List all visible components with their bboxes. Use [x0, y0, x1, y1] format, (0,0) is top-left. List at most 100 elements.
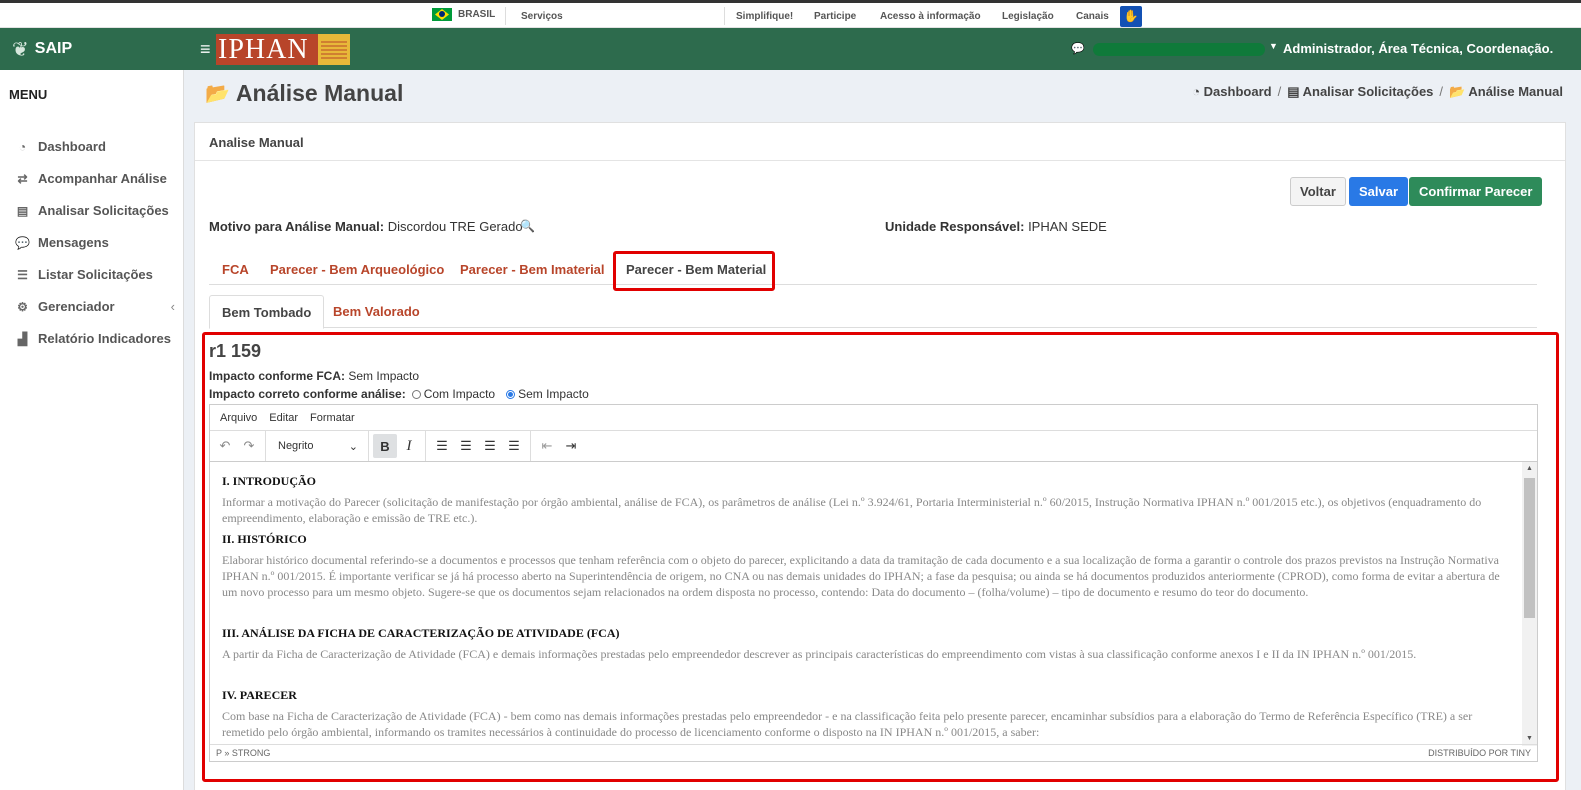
sidebar-item-mensagens[interactable]: 💬 Mensagens [15, 235, 175, 250]
redo-icon[interactable]: ↷ [237, 434, 261, 458]
voltar-button[interactable]: Voltar [1290, 177, 1346, 206]
page-title-text: Análise Manual [235, 80, 404, 106]
dashboard-icon: ◔ [18, 139, 27, 154]
sidebar-item-label: Mensagens [38, 235, 109, 250]
saip-leaf-icon: ❦ [12, 38, 29, 61]
radio-com-impacto-label[interactable]: Com Impacto [424, 387, 495, 401]
editor-element-path: P » STRONG [216, 748, 271, 758]
gov-bar: BRASIL Serviços Simplifique! Participe A… [0, 0, 1581, 28]
editor-menu-editar[interactable]: Editar [269, 412, 298, 424]
breadcrumb-separator: / [1439, 84, 1444, 99]
gov-separator [724, 7, 725, 25]
app-name: SAIP [34, 40, 73, 57]
editor-content[interactable]: I. INTRODUÇÃO Informar a motivação do Pa… [210, 462, 1523, 746]
redacted-field[interactable] [1093, 43, 1265, 56]
scroll-up-icon[interactable]: ▲ [1522, 462, 1537, 476]
radio-sem-impacto-label[interactable]: Sem Impacto [518, 387, 589, 401]
scrollbar-thumb[interactable] [1524, 478, 1535, 618]
impacto-fca-label: Impacto conforme FCA: [209, 369, 346, 383]
section-title: r1 159 [209, 341, 262, 361]
gov-link-canais[interactable]: Canais [1076, 11, 1109, 22]
bold-icon[interactable]: B [373, 434, 397, 458]
sidebar-item-analisar-solicitacoes[interactable]: ▤ Analisar Solicitações [15, 203, 175, 218]
editor-statusbar: P » STRONG DISTRIBUÍDO POR TINY [210, 744, 1537, 761]
sidebar-item-dashboard[interactable]: ◔ Dashboard [15, 139, 175, 154]
tab-bem-material[interactable]: Parecer - Bem Material [626, 262, 766, 277]
toolbar-separator [425, 431, 426, 461]
undo-icon[interactable]: ↶ [213, 434, 237, 458]
radio-com-impacto[interactable] [411, 389, 421, 399]
motivo-value: Discordou TRE Gerado [387, 219, 523, 234]
italic-icon[interactable]: I [397, 434, 421, 458]
chart-icon: ▟ [17, 331, 28, 346]
caret-down-icon[interactable]: ▼ [1269, 41, 1278, 51]
align-left-icon[interactable]: ☰ [430, 434, 454, 458]
breadcrumb-item-current: 📂 Análise Manual [1449, 84, 1563, 99]
sidebar-item-listar-solicitacoes[interactable]: ☰ Listar Solicitações [15, 267, 175, 282]
gov-link-servicos[interactable]: Serviços [521, 11, 563, 22]
bem-subtabs: Bem Tombado Bem Valorado [209, 295, 1537, 329]
editor-menu-arquivo[interactable]: Arquivo [220, 412, 257, 424]
breadcrumb: ◔ Dashboard / ▤ Analisar Solicitações / … [1192, 84, 1563, 100]
chat-icon[interactable]: 💬 [1071, 42, 1085, 55]
gov-link-acesso-informacao[interactable]: Acesso à informação [880, 11, 981, 22]
indent-icon[interactable]: ⇥ [559, 434, 583, 458]
sidebar-title: MENU [9, 87, 48, 102]
sidebar-item-relatorio-indicadores[interactable]: ▟ Relatório Indicadores [15, 331, 175, 346]
cogs-icon: ⚙ [17, 299, 28, 314]
toolbar-separator [265, 431, 266, 461]
format-select[interactable]: Negrito ⌄ [270, 434, 364, 458]
section-heading: I. INTRODUÇÃO [222, 474, 317, 488]
brazil-flag-icon [432, 8, 452, 21]
subtab-bem-tombado[interactable]: Bem Tombado [209, 295, 325, 329]
page-title: 📂 Análise Manual [205, 80, 403, 107]
gov-brasil-link[interactable]: BRASIL [432, 8, 495, 21]
search-icon[interactable]: 🔍 [520, 219, 535, 233]
gov-link-participe[interactable]: Participe [814, 11, 856, 22]
align-right-icon[interactable]: ☰ [478, 434, 502, 458]
editor-menubar: Arquivo Editar Formatar [210, 405, 1537, 431]
align-center-icon[interactable]: ☰ [454, 434, 478, 458]
vlibras-hands-icon[interactable]: ✋ [1120, 6, 1142, 27]
sidebar: MENU ◔ Dashboard ⇄ Acompanhar Análise ▤ … [0, 70, 184, 790]
user-menu[interactable]: Administrador, Área Técnica, Coordenação… [1283, 41, 1553, 56]
toolbar-separator [368, 431, 369, 461]
gov-link-simplifique[interactable]: Simplifique! [736, 11, 793, 22]
hamburger-icon[interactable]: ≡ [200, 39, 211, 60]
section-heading: IV. PARECER [222, 688, 297, 702]
section-text: Elaborar histórico documental referindo-… [222, 553, 1500, 599]
breadcrumb-item-analisar[interactable]: ▤ Analisar Solicitações [1287, 84, 1433, 100]
list-icon: ☰ [17, 267, 28, 282]
sidebar-item-label: Dashboard [38, 139, 106, 154]
impacto-fca-value: Sem Impacto [348, 369, 420, 383]
impacto-fca: Impacto conforme FCA: Sem Impacto [209, 369, 419, 383]
subtab-bem-valorado[interactable]: Bem Valorado [321, 295, 432, 328]
editor-branding[interactable]: DISTRIBUÍDO POR TINY [1428, 748, 1531, 758]
tab-bem-arqueologico[interactable]: Parecer - Bem Arqueológico [270, 262, 444, 277]
salvar-button[interactable]: Salvar [1349, 177, 1409, 206]
gov-link-legislacao[interactable]: Legislação [1002, 11, 1054, 22]
sidebar-item-acompanhar-analise[interactable]: ⇄ Acompanhar Análise [15, 171, 175, 186]
analise-card: Analise Manual Voltar Salvar Confirmar P… [194, 122, 1566, 790]
format-select-value: Negrito [278, 440, 314, 452]
unidade-value: IPHAN SEDE [1028, 219, 1107, 234]
exchange-icon: ⇄ [17, 171, 28, 186]
section-heading: III. ANÁLISE DA FICHA DE CARACTERIZAÇÃO … [222, 626, 620, 640]
radio-sem-impacto[interactable] [506, 389, 516, 399]
app-logo[interactable]: ❦ SAIP [0, 28, 184, 70]
outdent-icon[interactable]: ⇤ [535, 434, 559, 458]
gov-separator [505, 7, 506, 25]
editor-menu-formatar[interactable]: Formatar [310, 412, 355, 424]
tab-bem-imaterial[interactable]: Parecer - Bem Imaterial [460, 262, 605, 277]
editor-scrollbar[interactable]: ▲ ▼ [1522, 462, 1537, 746]
tab-fca[interactable]: FCA [222, 262, 249, 277]
sidebar-item-label: Relatório Indicadores [38, 331, 171, 346]
toolbar-separator [530, 431, 531, 461]
breadcrumb-item-dashboard[interactable]: ◔ Dashboard [1192, 84, 1271, 100]
comments-icon: 💬 [15, 235, 30, 250]
align-justify-icon[interactable]: ☰ [502, 434, 526, 458]
breadcrumb-separator: / [1277, 84, 1282, 99]
chevron-down-icon: ⌄ [348, 440, 358, 453]
confirmar-parecer-button[interactable]: Confirmar Parecer [1409, 177, 1543, 206]
sidebar-item-gerenciador[interactable]: ⚙ Gerenciador ‹ [15, 299, 175, 314]
